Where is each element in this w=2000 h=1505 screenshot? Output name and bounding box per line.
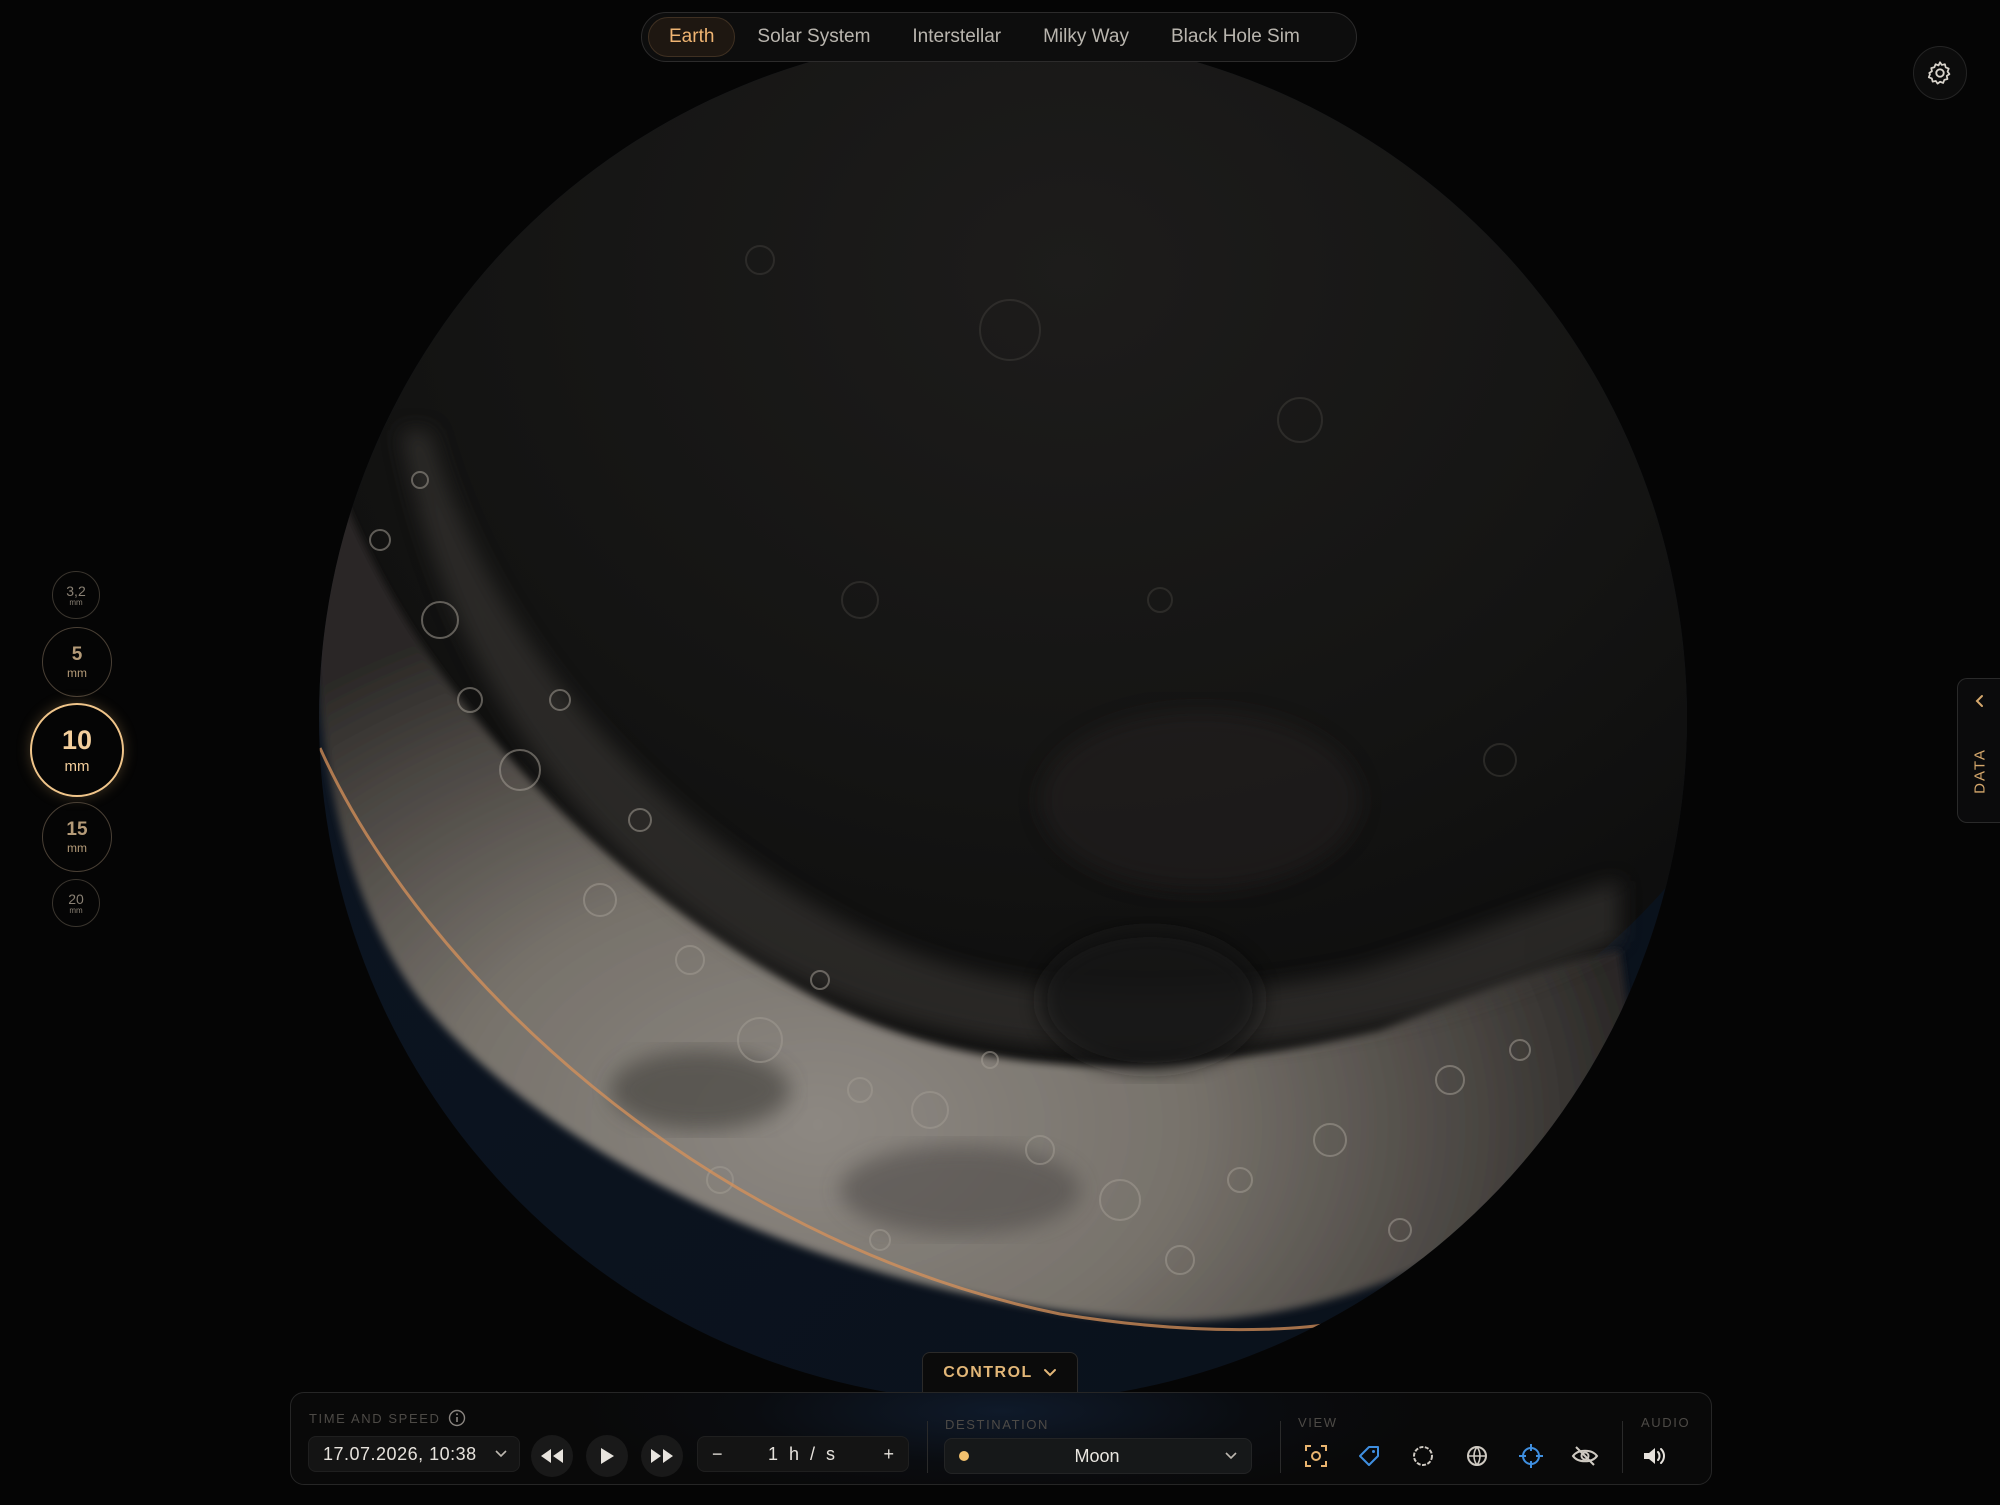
tab-black-hole-sim[interactable]: Black Hole Sim [1151,17,1320,57]
play-button[interactable] [586,1435,628,1477]
divider [1280,1421,1281,1473]
zoom-option-20mm[interactable]: 20 mm [52,879,100,927]
time-speed-section: TIME AND SPEED [309,1409,466,1427]
destination-label: DESTINATION [945,1417,1050,1432]
view-label: VIEW [1298,1415,1338,1430]
rewind-button[interactable] [531,1435,573,1477]
zoom-option-15mm[interactable]: 15 mm [42,802,112,872]
zoom-value: 20 [68,890,84,907]
zoom-unit: mm [67,666,87,680]
zoom-value: 15 [66,819,88,840]
orbit-circle-icon[interactable] [1405,1438,1441,1474]
play-icon [601,1448,614,1464]
info-icon[interactable] [448,1409,466,1427]
speed-stepper: − 1 h / s + [697,1436,909,1472]
grid-globe-icon[interactable] [1459,1438,1495,1474]
zoom-option-3-2mm[interactable]: 3,2 mm [52,571,100,619]
volume-icon[interactable] [1637,1438,1673,1474]
settings-button[interactable] [1913,46,1967,100]
moon-image [319,34,1687,1402]
datetime-value: 17.07.2026, 10:38 [323,1443,477,1464]
zoom-option-5mm[interactable]: 5 mm [42,627,112,697]
crosshair-icon[interactable] [1513,1438,1549,1474]
zoom-unit: mm [69,597,83,607]
destination-select[interactable]: Moon [944,1438,1252,1474]
moon-view[interactable] [0,0,2000,1500]
mode-tabs: Earth Solar System Interstellar Milky Wa… [641,12,1357,62]
zoom-unit: mm [69,905,83,915]
control-label: CONTROL [943,1364,1033,1381]
destination-dot [959,1451,969,1461]
zoom-unit: mm [64,757,90,775]
zoom-value: 5 [71,644,83,665]
destination-value: Moon [1074,1445,1120,1466]
gear-icon [1927,61,1951,85]
tab-earth[interactable]: Earth [648,17,736,57]
chevron-left-icon [1975,695,1983,707]
control-panel: TIME AND SPEED 17.07.2026, 10:38 − 1 h /… [290,1392,1712,1485]
datetime-picker[interactable]: 17.07.2026, 10:38 [308,1436,520,1472]
data-panel-tab[interactable]: DATA [1957,678,2000,823]
tab-interstellar[interactable]: Interstellar [892,17,1021,57]
hide-eye-icon[interactable] [1567,1438,1603,1474]
fast-forward-icon [651,1449,673,1463]
chevron-down-icon [495,1450,507,1458]
zoom-option-10mm[interactable]: 10 mm [30,703,124,797]
speed-decrease-button[interactable]: − [712,1444,723,1465]
control-toggle-button[interactable]: CONTROL [922,1352,1078,1393]
zoom-value: 10 [61,724,93,755]
divider [927,1421,928,1473]
chevron-down-icon [1225,1452,1237,1460]
zoom-unit: mm [67,841,87,855]
chevron-down-icon [1043,1369,1056,1377]
focus-target-icon[interactable] [1298,1438,1334,1474]
label-tag-icon[interactable] [1351,1438,1387,1474]
rewind-icon [541,1449,563,1463]
tab-milky-way[interactable]: Milky Way [1023,17,1149,57]
speed-increase-button[interactable]: + [883,1444,894,1465]
time-speed-label: TIME AND SPEED [309,1410,441,1426]
fast-forward-button[interactable] [641,1435,683,1477]
divider [1622,1421,1623,1473]
audio-label: AUDIO [1641,1415,1691,1430]
tab-solar-system[interactable]: Solar System [737,17,890,57]
zoom-value: 3,2 [66,582,86,599]
data-tab-label: DATA [1971,748,1989,794]
speed-value: 1 h / s [767,1443,839,1464]
